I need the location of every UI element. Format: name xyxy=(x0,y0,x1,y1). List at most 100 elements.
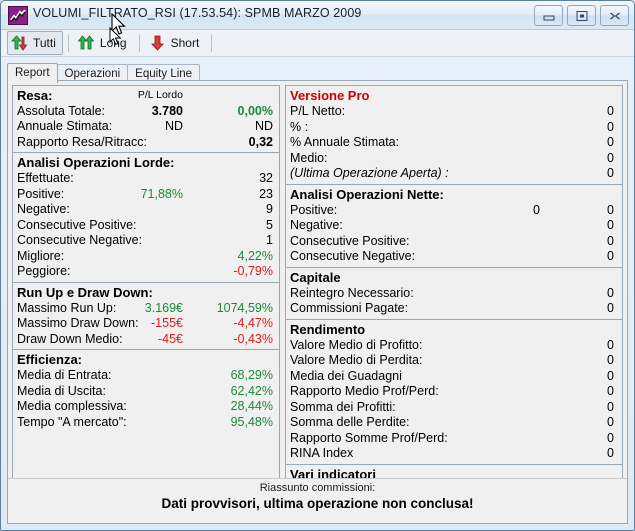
metric-row: Rapporto Somme Prof/Perd: 0 xyxy=(290,431,618,447)
metric-row: Rapporto Resa/Ritracc: 0,32 xyxy=(17,135,275,151)
minimize-icon[interactable] xyxy=(534,5,563,26)
toolbar-separator-3 xyxy=(211,34,213,52)
metric-label: Positive: xyxy=(17,186,65,201)
report-footer: Riassunto commissioni: Dati provvisori, … xyxy=(8,478,627,523)
metric-value-secondary: 1074,59% xyxy=(216,300,273,315)
group-title: Analisi Operazioni Lorde: xyxy=(17,155,175,170)
filter-button-long-label: Long xyxy=(99,36,127,50)
metric-row: Negative: 9 xyxy=(17,202,275,218)
chart-line-icon xyxy=(8,6,28,25)
group-rendimento: Rendimento Valore Medio di Profitto: 0 Valo… xyxy=(286,320,622,465)
tab-report[interactable]: Report xyxy=(7,63,58,83)
metric-label: Massimo Run Up: xyxy=(17,300,117,315)
metric-row: Somma dei Profitti: 0 xyxy=(290,400,618,416)
metric-row: P/L Netto: 0 xyxy=(290,104,618,120)
metric-value-secondary: 0 xyxy=(607,202,614,217)
title-bar[interactable]: VOLUMI_FILTRATO_RSI (17.53.54): SPMB MAR… xyxy=(1,1,634,30)
metric-label: Effettuate: xyxy=(17,171,74,185)
metric-value-secondary: -0,79% xyxy=(233,264,273,278)
metric-row: Annuale Stimata: ND ND xyxy=(17,119,275,135)
metric-row: Valore Medio di Profitto: 0 xyxy=(290,338,618,354)
metric-label: Somma delle Perdite: xyxy=(290,415,410,429)
close-icon[interactable] xyxy=(600,5,629,26)
metric-row: Tempo "A mercato": 95,48% xyxy=(17,415,275,431)
metric-row: Commissioni Pagate: 0 xyxy=(290,301,618,317)
metric-label: Negative: xyxy=(17,202,70,216)
metric-value-secondary: 0 xyxy=(607,337,614,352)
metric-row: RINA Index 0 xyxy=(290,446,618,462)
metric-value-secondary: 0 xyxy=(607,415,614,429)
metric-label: Positive: xyxy=(290,202,338,217)
metric-row: Consecutive Positive: 5 xyxy=(17,218,275,234)
metric-value-secondary: 32 xyxy=(259,171,273,185)
window-title: VOLUMI_FILTRATO_RSI (17.53.54): SPMB MAR… xyxy=(33,6,362,20)
filter-button-long[interactable]: Long xyxy=(74,32,134,54)
tab-operazioni-label: Operazioni xyxy=(64,68,121,80)
metric-value-secondary: 0 xyxy=(607,446,614,460)
metric-label: % Annuale Stimata: xyxy=(290,135,400,149)
group-title: Versione Pro xyxy=(290,88,370,103)
metric-label: Media di Uscita: xyxy=(17,383,106,398)
metric-row: Rapporto Medio Prof/Perd: 0 xyxy=(290,384,618,400)
filter-button-tutti-label: Tutti xyxy=(33,36,56,50)
group-efficienza: Efficienza: Media di Entrata: 68,29% Media … xyxy=(13,350,279,432)
metric-row: Consecutive Positive: 0 xyxy=(290,234,618,250)
filter-button-short[interactable]: Short xyxy=(145,32,207,54)
metric-value-primary: 71,88% xyxy=(140,186,183,201)
metric-label: Massimo Draw Down: xyxy=(17,316,139,330)
metric-value-secondary: 68,29% xyxy=(230,368,273,382)
metric-value-secondary: 0 xyxy=(607,384,614,398)
metric-row: Draw Down Medio: -45€ -0,43% xyxy=(17,332,275,348)
metric-value-secondary: 0 xyxy=(607,150,614,165)
group-resa: Resa: P/L Lordo Assoluta Totale: 3.780 0,00%… xyxy=(13,86,279,153)
metric-value-secondary: 9 xyxy=(266,202,273,216)
metric-value-secondary: 0 xyxy=(607,301,614,315)
restore-icon[interactable] xyxy=(567,5,596,26)
pl-gross-column-header: P/L Lordo xyxy=(137,89,183,101)
metric-row: (Ultima Operazione Aperta) : 0 xyxy=(290,166,618,182)
metric-label: P/L Netto: xyxy=(290,104,346,118)
filter-button-tutti[interactable]: Tutti xyxy=(7,31,63,55)
metric-label: Consecutive Positive: xyxy=(290,233,410,248)
group-title: Run Up e Draw Down: xyxy=(17,284,153,300)
gross-report-panel: Resa: P/L Lordo Assoluta Totale: 3.780 0,00%… xyxy=(12,85,280,479)
toolbar-separator-1 xyxy=(67,34,69,52)
metric-value-secondary: 0 xyxy=(607,119,614,134)
metric-label: Annuale Stimata: xyxy=(17,119,113,133)
metric-label: Peggiore: xyxy=(17,264,71,278)
metric-label: Valore Medio di Profitto: xyxy=(290,337,423,352)
metric-value-secondary: 4,22% xyxy=(237,248,273,263)
metric-label: Assoluta Totale: xyxy=(17,103,106,118)
tab-report-label: Report xyxy=(15,67,50,79)
metric-row: Effettuate: 32 xyxy=(17,171,275,187)
metric-value-secondary: 0 xyxy=(607,233,614,248)
column-note-row: P/L Lordo xyxy=(17,88,275,104)
metric-value-secondary: 0 xyxy=(607,430,614,445)
metric-value-secondary: 0 xyxy=(607,399,614,414)
metric-row: Medio: 0 xyxy=(290,151,618,167)
filter-button-short-label: Short xyxy=(170,36,200,50)
metric-value-secondary: 0 xyxy=(607,135,614,149)
report-client-area: Resa: P/L Lordo Assoluta Totale: 3.780 0,00%… xyxy=(7,80,628,524)
report-panes: Resa: P/L Lordo Assoluta Totale: 3.780 0,00%… xyxy=(12,85,623,479)
up-down-arrows-icon xyxy=(10,34,30,52)
metric-label: Rapporto Medio Prof/Perd: xyxy=(290,384,439,398)
metric-row: Migliore: 4,22% xyxy=(17,249,275,265)
metric-value-primary: 3.169€ xyxy=(144,300,183,315)
metric-row: Media di Uscita: 62,42% xyxy=(17,384,275,400)
metric-row: Massimo Draw Down: -155€ -4,47% xyxy=(17,316,275,332)
metric-label: Rapporto Resa/Ritracc: xyxy=(17,134,147,149)
toolbar: Tutti Long Short xyxy=(1,30,634,57)
metric-value-secondary: 0 xyxy=(607,218,614,232)
metric-row: Reintegro Necessario: 0 xyxy=(290,286,618,302)
metric-row: Valore Medio di Perdita: 0 xyxy=(290,353,618,369)
metric-label: RINA Index xyxy=(290,446,354,460)
tab-equity-line-label: Equity Line xyxy=(135,68,193,80)
group-title: Rendimento xyxy=(290,321,366,337)
metric-label: Medio: xyxy=(290,150,328,165)
group-title: Analisi Operazioni Nette: xyxy=(290,186,444,202)
metric-value-secondary: 0 xyxy=(607,166,614,180)
metric-row: Media dei Guadagni 0 xyxy=(290,369,618,385)
metric-label: Media di Entrata: xyxy=(17,368,112,382)
down-arrow-icon xyxy=(148,34,168,52)
